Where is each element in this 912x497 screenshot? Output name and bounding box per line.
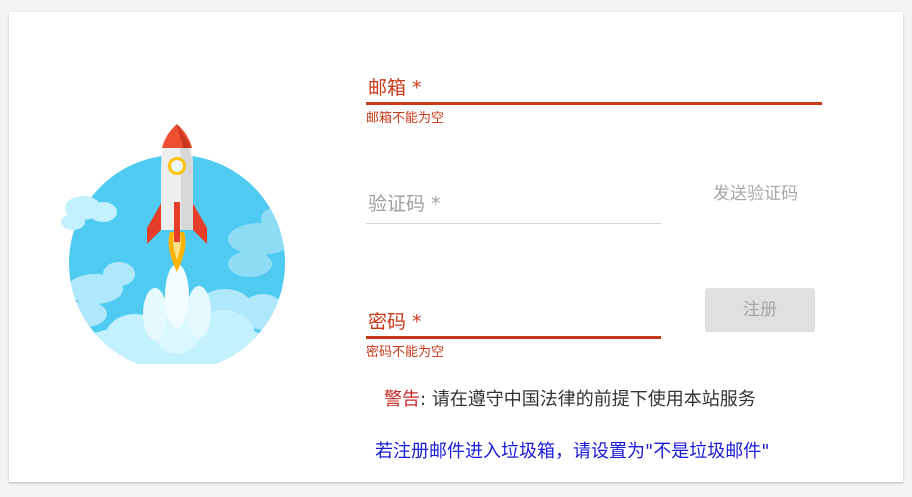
verification-code-field[interactable]: 验证码 *: [366, 180, 661, 224]
warning-label: 警告: [384, 389, 420, 410]
spam-folder-note: 若注册邮件进入垃圾箱，请设置为"不是垃圾邮件": [375, 441, 770, 462]
rocket-illustration-svg: [61, 124, 285, 371]
register-card: 邮箱 * 邮箱不能为空 验证码 * 发送验证码 密码 * 密码不能为空 注册 警…: [9, 12, 903, 482]
email-error: 邮箱不能为空: [366, 111, 445, 126]
password-error: 密码不能为空: [366, 345, 445, 360]
rocket-launch-icon: [55, 124, 291, 371]
warning-colon: :: [420, 389, 427, 410]
legal-warning: 警告: 请在遵守中国法律的前提下使用本站服务: [384, 388, 756, 412]
email-field[interactable]: 邮箱 * 邮箱不能为空: [366, 64, 822, 126]
password-field[interactable]: 密码 * 密码不能为空: [366, 298, 661, 360]
warning-text: 请在遵守中国法律的前提下使用本站服务: [431, 389, 756, 410]
send-code-button[interactable]: 发送验证码: [713, 182, 817, 206]
email-underline: [366, 102, 822, 105]
register-button[interactable]: 注册: [705, 288, 815, 332]
password-underline: [366, 336, 661, 339]
email-label: 邮箱 *: [368, 77, 422, 99]
verification-code-underline: [366, 223, 661, 224]
password-label: 密码 *: [368, 311, 422, 333]
verification-code-label: 验证码 *: [368, 193, 441, 215]
